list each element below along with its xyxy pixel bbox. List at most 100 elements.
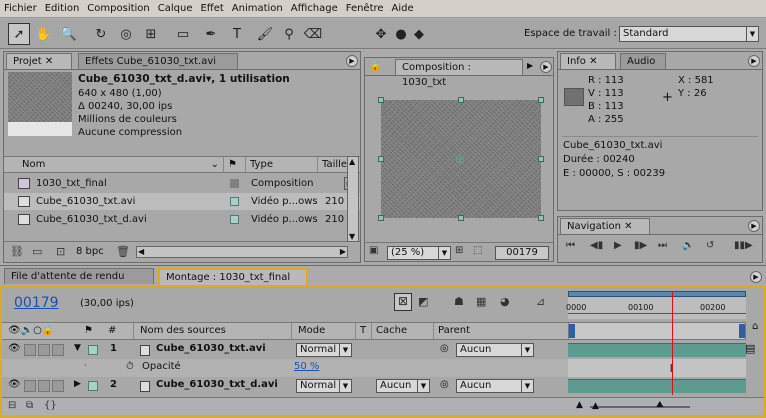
list-item[interactable]: 1030_txt_final Composition 品: [4, 175, 360, 192]
panel-menu-icon[interactable]: ▶: [540, 61, 552, 73]
grid-icon[interactable]: ⊞: [455, 245, 463, 256]
workspace-select[interactable]: Standard ▼: [619, 26, 759, 42]
axis-mode-icon[interactable]: ✥: [370, 23, 392, 45]
column-number[interactable]: #: [104, 323, 134, 339]
column-t[interactable]: T: [356, 323, 372, 339]
hide-shy-layers-icon[interactable]: ☗: [454, 295, 464, 308]
tab-projet[interactable]: Projet ✕: [6, 53, 72, 69]
close-icon[interactable]: ✕: [589, 56, 597, 67]
menu-affichage[interactable]: Affichage: [287, 0, 342, 18]
menu-calque[interactable]: Calque: [154, 0, 197, 18]
current-frame-field[interactable]: 00179: [495, 246, 549, 260]
first-frame-icon[interactable]: ⏮: [566, 240, 575, 251]
hand-tool-icon[interactable]: ✋: [33, 23, 55, 45]
layer-name[interactable]: Cube_61030_txt.avi: [156, 343, 266, 354]
selection-tool-icon[interactable]: ➚: [8, 23, 30, 45]
last-frame-icon[interactable]: ⏭: [658, 240, 667, 251]
blend-mode-select[interactable]: Normal ▼: [296, 343, 352, 357]
new-composition-icon[interactable]: ⊡: [56, 245, 65, 258]
av-features-icon[interactable]: 👁🔊○🔒: [8, 325, 54, 336]
camera-tool-icon[interactable]: ◎: [115, 23, 137, 45]
blend-mode-select[interactable]: Normal ▼: [296, 379, 352, 393]
composition-mini-flowchart-icon[interactable]: ⊠: [394, 293, 412, 311]
expand-chevron-icon[interactable]: ▼: [74, 343, 81, 353]
panel-menu-icon[interactable]: ▶: [748, 55, 760, 67]
transform-handle[interactable]: [538, 156, 544, 162]
tab-effets[interactable]: Effets Cube_61030_txt.avi: [78, 53, 238, 69]
column-parent[interactable]: Parent: [434, 323, 568, 339]
tab-info[interactable]: Info ✕: [560, 53, 616, 69]
zoom-tool-icon[interactable]: 🔍: [58, 23, 80, 45]
panel-menu-icon[interactable]: ▶: [750, 271, 762, 283]
stopwatch-icon[interactable]: ⏱: [126, 361, 134, 372]
scroll-right-icon[interactable]: ▶: [340, 247, 346, 256]
column-cache[interactable]: Cache: [372, 323, 434, 339]
scroll-down-icon[interactable]: ▼: [349, 232, 355, 241]
column-mode[interactable]: Mode: [294, 323, 356, 339]
expand-in-out-icon[interactable]: {}: [44, 400, 57, 411]
eye-icon[interactable]: 👁: [8, 343, 21, 354]
trash-icon[interactable]: 🗑: [116, 245, 130, 258]
bit-depth[interactable]: 8 bpc: [76, 246, 104, 257]
menu-fenetre[interactable]: Fenêtre: [342, 0, 388, 18]
zoom-in-icon[interactable]: ⛰: [656, 400, 664, 410]
snapshot-icon[interactable]: ▤: [745, 342, 755, 355]
tab-scroll-right-icon[interactable]: ▶: [527, 61, 533, 70]
pan-behind-tool-icon[interactable]: ⊞: [140, 23, 162, 45]
menu-composition[interactable]: Composition: [83, 0, 153, 18]
expand-modes-icon[interactable]: ⧉: [26, 400, 33, 411]
monitor-icon[interactable]: ▣: [369, 245, 378, 256]
menu-effet[interactable]: Effet: [196, 0, 227, 18]
transform-handle[interactable]: [538, 97, 544, 103]
text-tool-icon[interactable]: T: [226, 23, 248, 45]
view-axis-icon[interactable]: ◆: [408, 23, 430, 45]
tab-navigation[interactable]: Navigation ✕: [560, 218, 650, 234]
ram-preview-icon[interactable]: ▮▮▶: [734, 240, 753, 251]
label-column-icon[interactable]: ⚑: [84, 325, 93, 336]
vertical-scrollbar[interactable]: ▲ ▼: [347, 156, 359, 242]
panel-menu-icon[interactable]: ▶: [346, 55, 358, 67]
track-matte-select[interactable]: Aucun ▼: [376, 379, 430, 393]
list-item[interactable]: Cube_61030_txt.avi Vidéo p...ows 210: [4, 193, 360, 210]
time-navigator[interactable]: [568, 322, 746, 340]
transform-handle[interactable]: [378, 97, 384, 103]
transform-handle[interactable]: [458, 97, 464, 103]
menu-animation[interactable]: Animation: [228, 0, 287, 18]
panel-menu-icon[interactable]: ▶: [748, 220, 760, 232]
new-folder-icon[interactable]: ▭: [32, 245, 42, 258]
column-type[interactable]: Type: [246, 157, 318, 173]
close-icon[interactable]: ✕: [624, 221, 632, 232]
loop-icon[interactable]: ↺: [706, 240, 714, 251]
horizontal-scrollbar[interactable]: ◀ ▶: [136, 246, 348, 258]
graph-editor-icon[interactable]: ⊿: [536, 295, 545, 308]
frame-blending-icon[interactable]: ▦: [476, 295, 486, 308]
rectangle-mask-tool-icon[interactable]: ▭: [172, 23, 194, 45]
scroll-up-icon[interactable]: ▲: [349, 157, 355, 166]
expand-chevron-icon[interactable]: ▶: [74, 379, 81, 389]
tab-audio[interactable]: Audio: [620, 53, 666, 69]
slider-thumb[interactable]: ▲: [592, 401, 599, 411]
tab-composition[interactable]: Composition : 1030_txt: [395, 59, 523, 88]
transform-handle[interactable]: [378, 156, 384, 162]
menu-fichier[interactable]: Fichier: [0, 0, 41, 18]
opacity-value[interactable]: 50 %: [294, 361, 319, 372]
layer-1-duration-bar[interactable]: [568, 343, 746, 357]
label-column-icon[interactable]: ⚑: [224, 157, 246, 173]
pick-whip-icon[interactable]: ◎: [440, 343, 449, 354]
layer-name[interactable]: Cube_61030_txt_d.avi: [156, 379, 278, 390]
table-row[interactable]: 👁 ▼ 1 Cube_61030_txt.avi Normal ▼ ◎ Aucun…: [2, 341, 568, 359]
safe-margins-icon[interactable]: ⬚: [473, 245, 482, 256]
work-area-bar[interactable]: [568, 291, 746, 297]
tab-render-queue[interactable]: File d'attente de rendu: [4, 268, 154, 284]
table-row[interactable]: 👁 ▶ 2 Cube_61030_txt_d.avi Normal ▼ Aucun…: [2, 377, 568, 395]
expand-switches-icon[interactable]: ⊟: [8, 400, 16, 411]
zoom-out-icon[interactable]: ▲: [576, 400, 583, 410]
column-nom[interactable]: Nom ⌄: [18, 157, 224, 173]
close-icon[interactable]: ✕: [45, 56, 53, 67]
column-source-name[interactable]: Nom des sources: [136, 323, 292, 339]
previous-frame-icon[interactable]: ◀▮: [590, 240, 603, 251]
scroll-left-icon[interactable]: ◀: [138, 247, 144, 256]
clone-stamp-tool-icon[interactable]: ⚲: [278, 23, 300, 45]
audio-icon[interactable]: 🔈: [682, 240, 694, 251]
pen-tool-icon[interactable]: ✒: [200, 23, 222, 45]
